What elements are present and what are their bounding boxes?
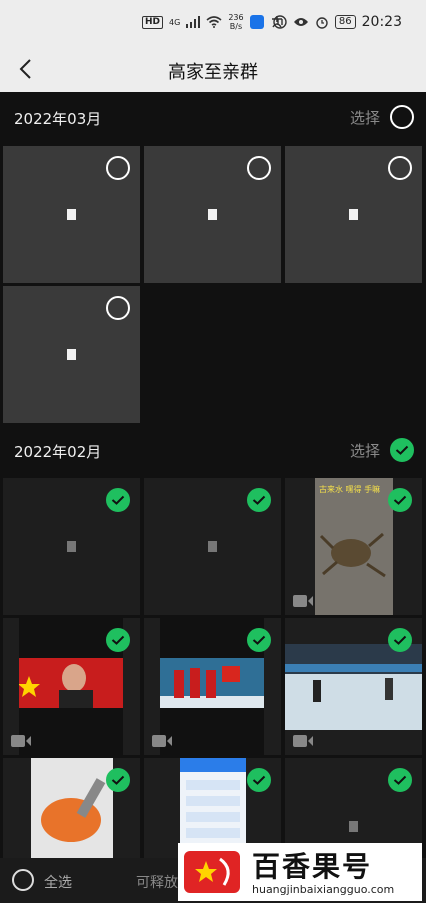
select-all-checkbox[interactable] <box>12 869 34 891</box>
status-icons-left: HD 4G 236 B/s <box>142 12 284 32</box>
checked-circle-icon[interactable] <box>247 768 271 792</box>
file-icon <box>67 541 76 552</box>
file-icon <box>67 349 76 360</box>
checked-circle-icon[interactable] <box>106 768 130 792</box>
media-tile[interactable] <box>3 146 140 283</box>
skating-photo <box>285 644 422 730</box>
title-bar: 高家至亲群 <box>0 46 426 92</box>
checked-circle-icon[interactable] <box>106 628 130 652</box>
file-icon <box>208 541 217 552</box>
video-tile[interactable] <box>285 618 422 755</box>
network-type: 4G <box>169 17 181 27</box>
wifi-icon <box>206 16 222 28</box>
eye-icon <box>293 18 308 26</box>
select-circle-icon[interactable] <box>388 156 412 180</box>
brand-url: huangjinbaixiangguo.com <box>252 883 395 896</box>
select-circle-icon[interactable] <box>247 156 271 180</box>
media-tile[interactable] <box>3 286 140 423</box>
section-select-button[interactable]: 选择 <box>350 105 414 129</box>
page-title: 高家至亲群 <box>168 62 258 83</box>
watermark: 百香果号 huangjinbaixiangguo.com <box>178 843 422 901</box>
brand-logo-icon <box>184 851 240 893</box>
file-icon <box>67 209 76 220</box>
network-speed: 236 B/s <box>228 13 243 31</box>
section-select-button[interactable]: 选择 <box>350 438 414 462</box>
video-tile[interactable] <box>3 618 140 755</box>
video-icon <box>293 735 313 747</box>
select-circle-icon[interactable] <box>106 296 130 320</box>
section-header-february: 2022年02月 选择 <box>0 427 426 475</box>
media-tile[interactable] <box>3 478 140 615</box>
status-icons-right: 86 20:23 <box>273 12 402 32</box>
brand-name: 百香果号 <box>252 850 373 883</box>
section-date: 2022年02月 <box>14 443 102 461</box>
signal-icon <box>186 16 201 28</box>
select-label: 选择 <box>349 441 380 460</box>
media-tile[interactable] <box>285 146 422 283</box>
video-icon <box>293 595 313 607</box>
hd-badge: HD <box>142 15 164 29</box>
battery-icon: 86 <box>334 15 356 29</box>
select-circle-icon <box>390 105 414 129</box>
video-tile[interactable]: 古来水 嘿得 手嘛 <box>285 478 422 615</box>
select-circle-icon[interactable] <box>106 156 130 180</box>
video-icon <box>152 735 172 747</box>
file-icon <box>208 209 217 220</box>
select-all-label[interactable]: 全选 <box>44 872 72 892</box>
checked-circle-icon <box>390 438 414 462</box>
file-icon <box>349 821 358 832</box>
crab-dish-photo <box>31 758 113 858</box>
crab-photo: 古来水 嘿得 手嘛 <box>315 478 393 615</box>
checked-circle-icon[interactable] <box>388 768 412 792</box>
media-tile[interactable] <box>144 478 281 615</box>
checked-circle-icon[interactable] <box>388 488 412 512</box>
video-icon <box>11 735 31 747</box>
select-label: 选择 <box>349 108 380 127</box>
speed-value: 236 <box>228 13 244 22</box>
status-bar: HD 4G 236 B/s 86 20:23 <box>0 0 426 46</box>
cloud-app-icon <box>249 15 264 29</box>
release-label: 可释放 <box>136 875 178 891</box>
section-date: 2022年03月 <box>14 110 102 128</box>
checked-circle-icon[interactable] <box>106 488 130 512</box>
checked-circle-icon[interactable] <box>388 628 412 652</box>
video-tile[interactable] <box>144 618 281 755</box>
clock: 20:23 <box>361 14 402 30</box>
checked-circle-icon[interactable] <box>247 488 271 512</box>
nfc-icon <box>273 15 287 29</box>
media-tile[interactable] <box>144 146 281 283</box>
checked-circle-icon[interactable] <box>247 628 271 652</box>
section-header-march: 2022年03月 选择 <box>0 94 426 142</box>
photo-caption: 古来水 嘿得 手嘛 <box>319 485 381 494</box>
file-icon <box>349 209 358 220</box>
alarm-icon <box>316 17 328 29</box>
speed-unit: B/s <box>229 22 243 31</box>
